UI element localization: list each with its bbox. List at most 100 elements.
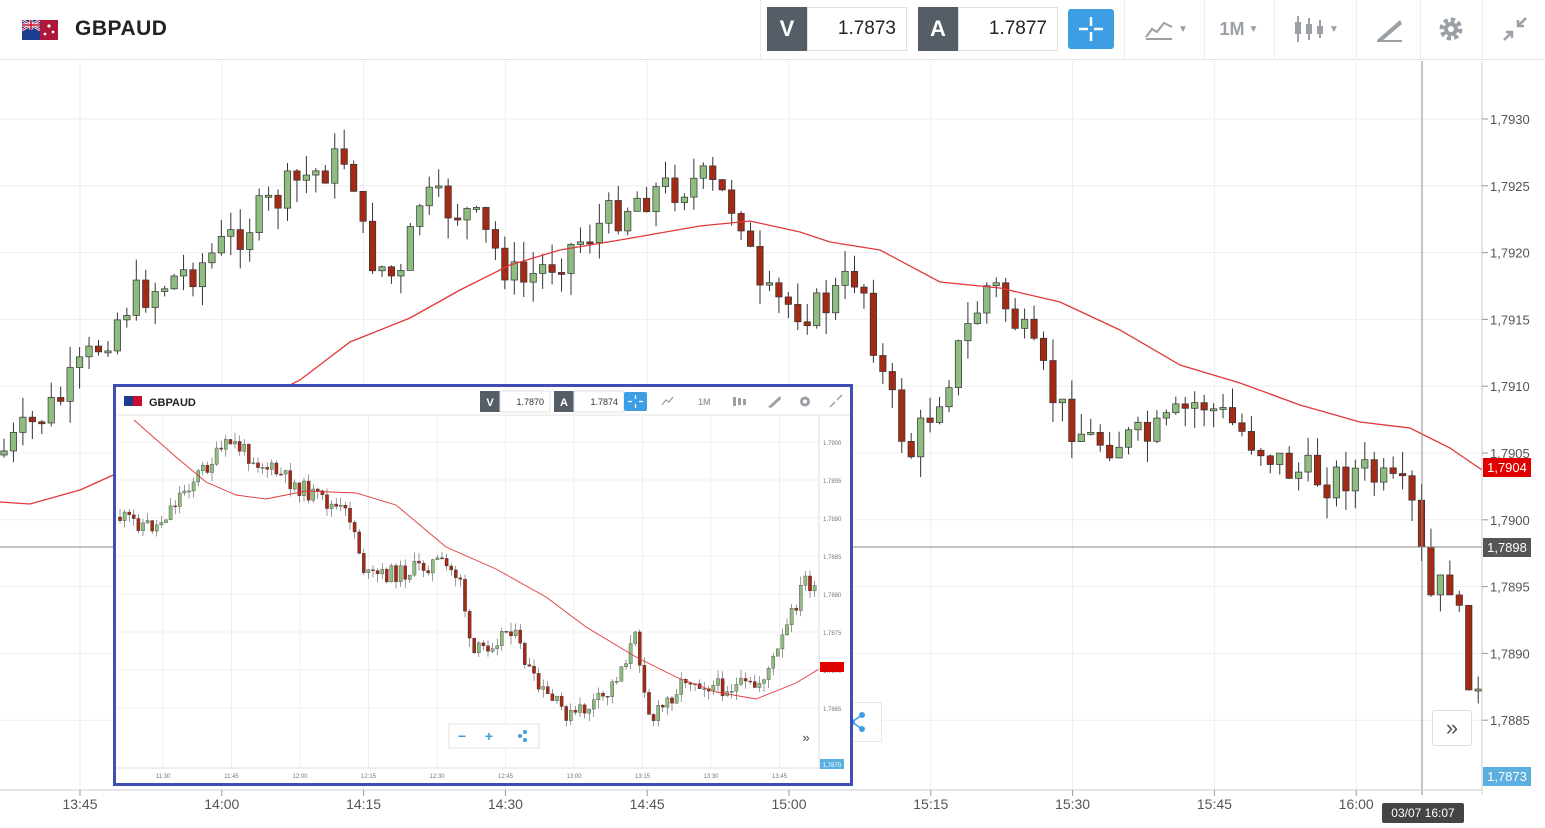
inset-price-tick-label: 1,7890 [823, 517, 842, 523]
inset-candle-down [546, 686, 550, 695]
candle-up [1219, 407, 1227, 410]
divider [1274, 0, 1275, 60]
candle-down [718, 179, 726, 191]
inset-candle-up [366, 569, 371, 573]
inset-candle-up [233, 441, 237, 445]
inset-candle-up [302, 480, 306, 496]
chart-type-button[interactable]: ▼ [1136, 7, 1196, 51]
inset-candle-down [670, 697, 674, 704]
inset-candle-up [665, 697, 670, 708]
candle-up [265, 194, 273, 198]
candle-down [1030, 318, 1038, 339]
candle-down [350, 163, 358, 192]
candle-down [274, 194, 282, 209]
bid-price-tag: 1,7873 [1483, 767, 1531, 786]
candle-up [132, 279, 140, 316]
drawing-tools-button[interactable] [1364, 7, 1414, 51]
candle-down [756, 246, 764, 286]
inset-candle-down [467, 611, 472, 639]
candle-down [1370, 459, 1378, 483]
inset-candle-down [642, 665, 647, 693]
inset-candle-down [421, 562, 426, 571]
time-tick-label: 15:45 [1197, 796, 1232, 812]
inset-candle-down [348, 507, 352, 523]
price-tick-label: 1,7915 [1490, 312, 1530, 327]
inset-candle-up [251, 462, 256, 465]
inset-candle-down [582, 704, 587, 714]
inset-candle-up [730, 691, 734, 693]
divider [1124, 0, 1125, 60]
candle-up [652, 186, 660, 213]
candle-up [1210, 408, 1218, 412]
candle-up [66, 367, 74, 402]
inset-candle-up [224, 439, 228, 450]
inset-candle-up [408, 574, 412, 580]
candle-up [539, 264, 547, 274]
inset-time-tick-label: 13:45 [772, 774, 788, 780]
candlestick-button[interactable]: ▼ [1284, 7, 1348, 51]
time-tick-label: 14:30 [488, 796, 523, 812]
candle-down [1247, 431, 1255, 451]
inset-candle-up [739, 678, 743, 685]
divider [1204, 0, 1205, 60]
time-tick-label: 13:45 [62, 796, 97, 812]
inset-candle-down [371, 569, 375, 571]
candle-down [671, 177, 679, 203]
candle-down [387, 266, 396, 277]
inset-candle-up [771, 655, 775, 669]
scroll-to-latest-button[interactable]: » [1432, 710, 1472, 746]
candle-down [236, 229, 244, 250]
inset-price-axis: 1,7900 1,7895 1,7890 1,7885 1,7880 1,7875 1,78… [823, 441, 842, 713]
timeframe-button[interactable]: 1M ▼ [1210, 7, 1268, 51]
candle-up [151, 291, 159, 308]
candle-down [1408, 475, 1416, 501]
candle-down [1228, 407, 1237, 424]
inset-bid-price: 1.7870 [516, 397, 544, 407]
ask-price[interactable]: 1.7877 [958, 7, 1058, 51]
candle-down [189, 269, 197, 288]
inset-candle-up [435, 557, 440, 560]
price-tick-label: 1,7895 [1490, 580, 1530, 595]
inset-candle-up [412, 560, 417, 576]
candle-down [822, 292, 830, 314]
inset-candle-down [150, 520, 154, 532]
inset-candle-down [256, 462, 260, 468]
collapse-button[interactable] [1492, 7, 1538, 51]
candle-down [1096, 432, 1104, 446]
crosshair-price-text: 1,7898 [1487, 540, 1527, 555]
candle-up [945, 387, 953, 408]
inset-candle-up [182, 490, 187, 494]
candle-up [1191, 402, 1199, 409]
candle-up [19, 416, 27, 433]
inset-time-tick-label: 13:00 [566, 774, 582, 780]
inset-price-tick-label: 1,7880 [823, 593, 842, 599]
inset-price-tick-label: 1,7865 [823, 707, 842, 713]
candle-down [1427, 546, 1435, 596]
inset-candle-up [477, 642, 481, 654]
inset-candle-up [495, 645, 499, 649]
candle-down [1455, 594, 1463, 606]
inset-candle-down [647, 692, 651, 715]
candle-down [1011, 308, 1019, 329]
crosshair-time-tag: 03/07 16:07 [1382, 803, 1464, 823]
crosshair-button[interactable] [1068, 9, 1114, 49]
inset-time-tick-label: 12:30 [429, 774, 445, 780]
bid-price-text: 1,7873 [1487, 769, 1527, 784]
time-tick-label: 14:00 [204, 796, 239, 812]
bid-price[interactable]: 1.7873 [807, 7, 907, 51]
time-axis: 13:45 14:00 14:15 14:30 14:45 15:00 15:15 15:30… [62, 790, 1374, 812]
inset-candle-down [509, 631, 513, 637]
inset-candle-down [523, 642, 527, 665]
candle-up [954, 340, 963, 389]
inset-candle-down [454, 569, 458, 579]
candle-down [340, 148, 348, 165]
candle-down [926, 417, 934, 423]
candle-down [709, 165, 717, 180]
inset-candle-down [343, 505, 348, 509]
settings-button[interactable] [1428, 7, 1474, 51]
candle-up [1153, 417, 1161, 442]
candle-down [482, 207, 490, 230]
inset-candle-down [550, 693, 555, 701]
candle-down [1342, 466, 1350, 492]
candle-down [1068, 398, 1076, 442]
